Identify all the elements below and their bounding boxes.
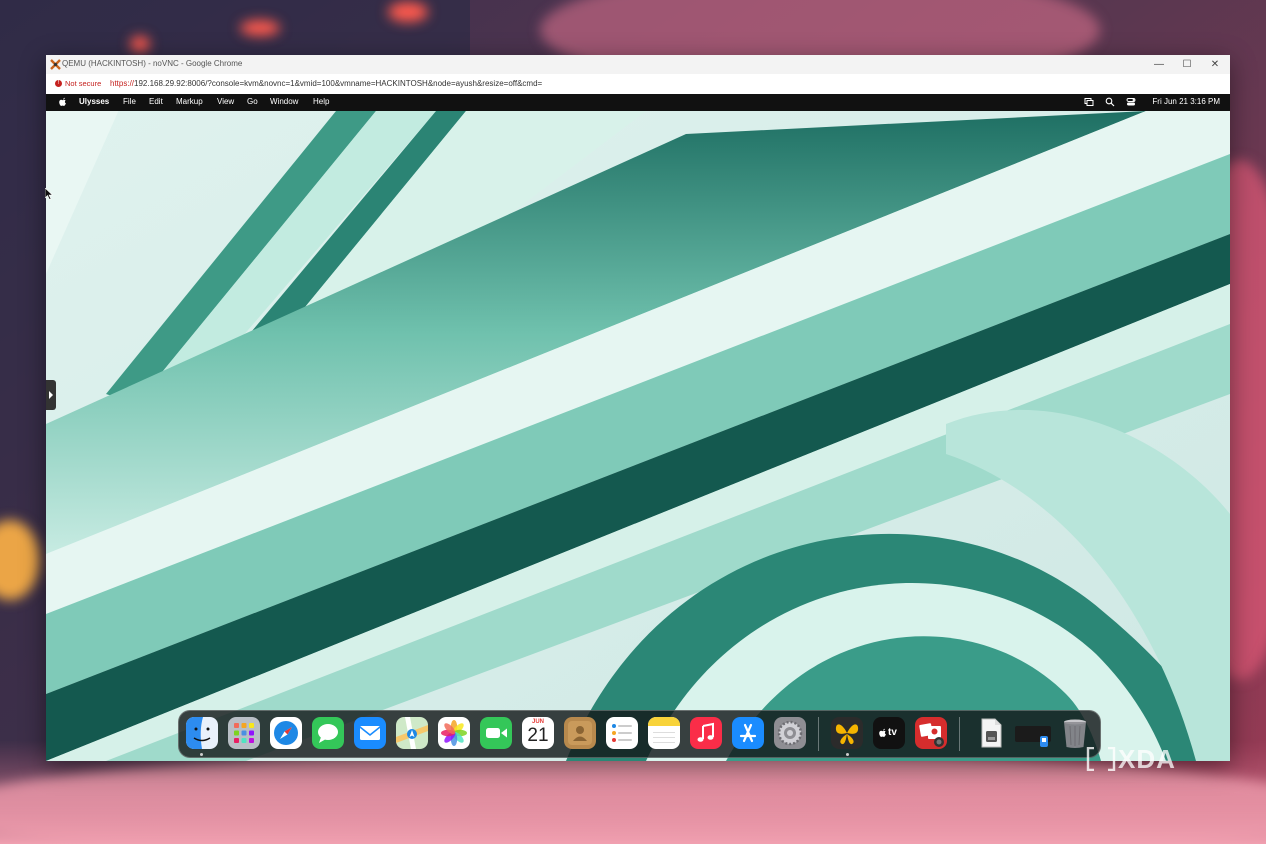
document-file-icon [981,718,1002,748]
qemu-app-icon [50,59,61,70]
dock-downloads-stack[interactable] [1013,717,1053,749]
running-indicator [846,753,849,756]
ulysses-butterfly-icon [831,717,863,749]
contacts-book-icon [564,717,596,749]
maps-icon [396,717,428,749]
dock-document[interactable] [975,717,1007,749]
dock-ulysses[interactable] [831,717,863,749]
xda-text: XDA [1118,744,1176,774]
notes-pad-icon [648,717,680,749]
dock-safari[interactable] [270,717,302,749]
dock-photo-booth[interactable] [915,717,947,749]
maximize-button[interactable]: ☐ [1174,56,1200,73]
running-indicator [200,753,203,756]
dock-apple-tv[interactable]: tv [873,717,905,749]
mail-envelope-icon [354,717,386,749]
url-text[interactable]: https://192.168.29.92:8006/?console=kvm&… [110,79,542,88]
menu-file[interactable]: File [123,97,136,106]
dock-music[interactable] [690,717,722,749]
title-bar[interactable]: QEMU (HACKINTOSH) - noVNC - Google Chrom… [46,55,1230,74]
photos-flower-icon [438,717,470,749]
macos-menu-bar: Ulysses File Edit Markup View Go Window … [46,94,1230,111]
dock-separator [818,717,819,751]
macos-wallpaper [46,94,1230,761]
screen-mirroring-icon[interactable] [1084,97,1094,107]
app-store-icon [732,717,764,749]
dock-system-settings[interactable] [774,717,806,749]
dock-maps[interactable] [396,717,428,749]
menu-help[interactable]: Help [313,97,329,106]
mouse-pointer-icon [45,188,53,200]
dock-launchpad[interactable] [228,717,260,749]
window-title: QEMU (HACKINTOSH) - noVNC - Google Chrom… [62,59,243,68]
finder-icon [186,717,218,749]
apple-logo-icon [879,728,886,737]
facetime-camera-icon [480,717,512,749]
security-chip[interactable]: ! Not secure [50,77,107,91]
dock-photos[interactable] [438,717,470,749]
close-button[interactable]: ✕ [1202,56,1228,73]
macos-dock: JUN 21 tv [178,710,1101,758]
reminders-list-icon [606,717,638,749]
calendar-day: 21 [527,725,549,746]
security-label: Not secure [65,79,102,88]
dock-separator [959,717,960,751]
address-bar[interactable]: ! Not secure https://192.168.29.92:8006/?… [46,74,1230,95]
apple-menu-icon[interactable] [58,97,68,107]
menu-window[interactable]: Window [270,97,298,106]
browser-window: QEMU (HACKINTOSH) - noVNC - Google Chrom… [46,55,1230,761]
url-rest: 192.168.29.92:8006/?console=kvm&novnc=1&… [134,79,543,88]
dock-finder[interactable] [186,717,218,749]
xda-watermark: XDA [1086,744,1206,774]
menubar-clock[interactable]: Fri Jun 21 3:16 PM [1152,97,1220,106]
warning-icon: ! [55,79,62,87]
photo-booth-icon [915,717,947,749]
vnc-viewport[interactable]: Ulysses File Edit Markup View Go Window … [46,94,1230,761]
dock-notes[interactable] [648,717,680,749]
dock-calendar[interactable]: JUN 21 [522,717,554,749]
minimize-button[interactable]: — [1146,56,1172,73]
launchpad-icon [228,717,260,749]
menu-markup[interactable]: Markup [176,97,203,106]
settings-gear-icon [774,717,806,749]
dock-contacts[interactable] [564,717,596,749]
menu-app-name[interactable]: Ulysses [79,97,109,106]
novnc-sidebar-handle[interactable] [46,380,56,410]
apple-tv-label: tv [888,727,897,738]
dock-mail[interactable] [354,717,386,749]
url-protocol: https:// [110,79,135,88]
safari-compass-icon [270,717,302,749]
xda-bracket-logo-icon [1086,747,1116,771]
messages-bubble-icon [312,717,344,749]
control-center-icon[interactable] [1126,97,1136,107]
dock-messages[interactable] [312,717,344,749]
downloads-folder-icon [1015,726,1051,747]
dock-facetime[interactable] [480,717,512,749]
dock-reminders[interactable] [606,717,638,749]
spotlight-search-icon[interactable] [1105,97,1115,107]
dock-app-store[interactable] [732,717,764,749]
menu-go[interactable]: Go [247,97,258,106]
menu-edit[interactable]: Edit [149,97,163,106]
music-note-icon [690,717,722,749]
menu-view[interactable]: View [217,97,234,106]
